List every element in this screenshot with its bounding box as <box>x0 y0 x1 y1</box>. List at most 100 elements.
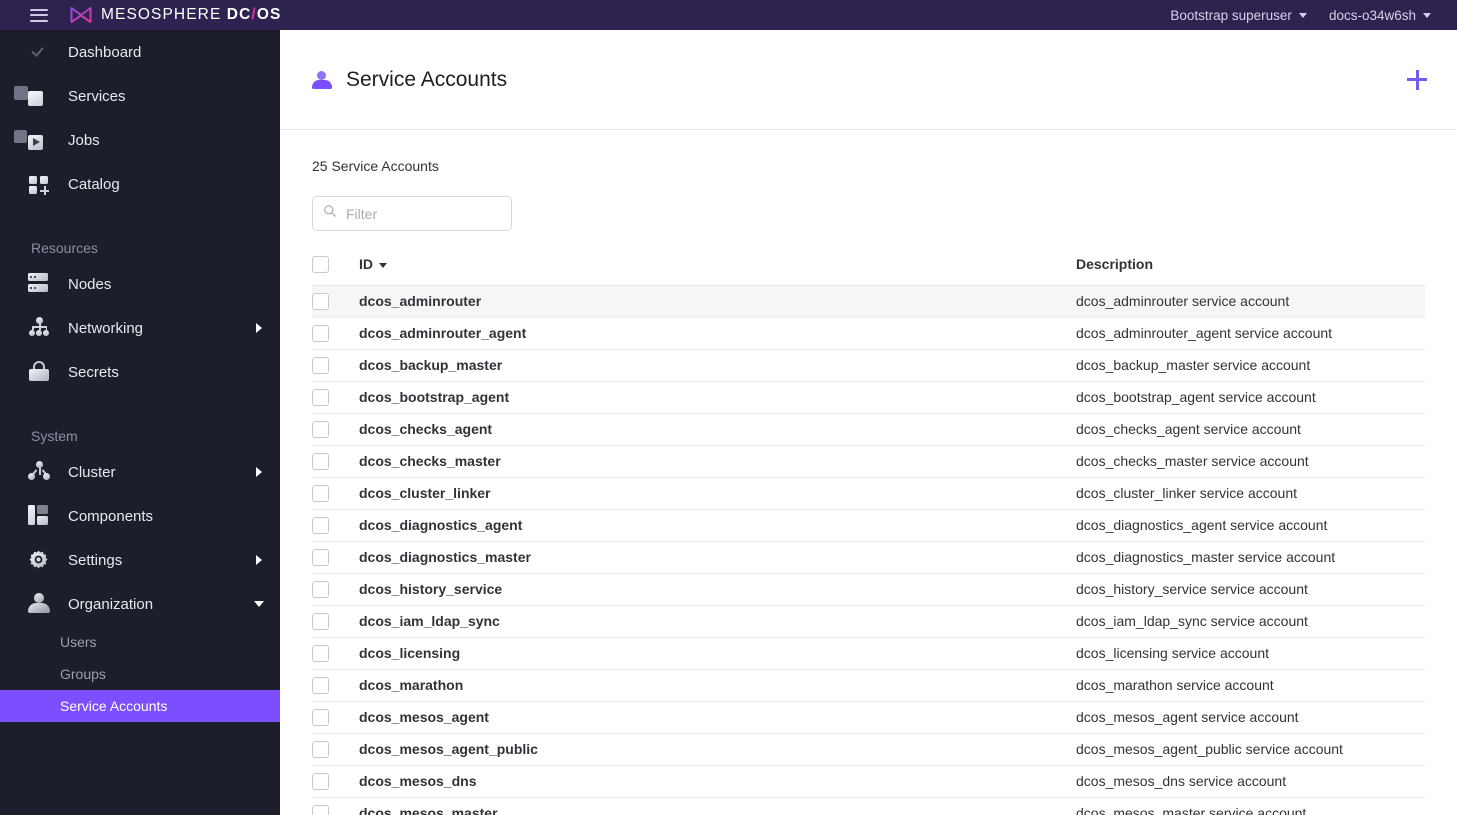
table-body: dcos_adminrouter dcos_adminrouter service… <box>312 285 1425 815</box>
row-checkbox-cell <box>312 413 359 445</box>
sort-descending-icon <box>379 262 387 268</box>
row-id[interactable]: dcos_checks_master <box>359 445 1076 477</box>
row-id[interactable]: dcos_mesos_dns <box>359 765 1076 797</box>
hamburger-menu-icon[interactable] <box>30 8 48 22</box>
user-menu[interactable]: Bootstrap superuser <box>1170 8 1307 23</box>
row-description: dcos_checks_master service account <box>1076 453 1309 470</box>
sidebar-item-cluster[interactable]: Cluster <box>0 450 280 494</box>
sidebar-item-components[interactable]: Components <box>0 494 280 538</box>
row-id[interactable]: dcos_mesos_agent_public <box>359 733 1076 765</box>
row-id[interactable]: dcos_adminrouter <box>359 285 1076 317</box>
row-checkbox[interactable] <box>312 325 329 343</box>
add-service-account-button[interactable] <box>1405 68 1429 92</box>
row-description: dcos_checks_agent service account <box>1076 421 1301 438</box>
row-checkbox[interactable] <box>312 293 329 311</box>
sidebar-item-label: Organization <box>68 595 154 613</box>
filter-input[interactable] <box>346 205 486 222</box>
table-row[interactable]: dcos_mesos_agent_public dcos_mesos_agent_… <box>312 733 1425 766</box>
table-row[interactable]: dcos_bootstrap_agent dcos_bootstrap_agent… <box>312 381 1425 414</box>
table-row[interactable]: dcos_cluster_linker dcos_cluster_linker s… <box>312 477 1425 510</box>
row-checkbox[interactable] <box>312 453 329 471</box>
row-id[interactable]: dcos_diagnostics_master <box>359 541 1076 573</box>
row-checkbox[interactable] <box>312 421 329 439</box>
row-checkbox[interactable] <box>312 677 329 695</box>
table-header-row: ID Description <box>312 255 1425 286</box>
column-header-id[interactable]: ID <box>359 255 1076 286</box>
search-icon <box>323 204 337 223</box>
sidebar-item-networking[interactable]: Networking <box>0 306 280 350</box>
sidebar-item-nodes[interactable]: Nodes <box>0 262 280 306</box>
table-row[interactable]: dcos_marathon dcos_marathon service accou… <box>312 669 1425 702</box>
filter-box[interactable] <box>312 196 512 231</box>
row-checkbox-cell <box>312 605 359 637</box>
mesosphere-logo-icon <box>70 6 92 24</box>
row-id[interactable]: dcos_cluster_linker <box>359 477 1076 509</box>
row-checkbox[interactable] <box>312 645 329 663</box>
sidebar-item-label: Settings <box>68 551 123 569</box>
row-description: dcos_licensing service account <box>1076 645 1269 662</box>
row-id[interactable]: dcos_mesos_agent <box>359 701 1076 733</box>
service-accounts-table: ID Description dcos_adminrouter dcos_admi… <box>312 255 1425 815</box>
row-checkbox[interactable] <box>312 709 329 727</box>
table-row[interactable]: dcos_checks_master dcos_checks_master ser… <box>312 445 1425 478</box>
sidebar-item-label: Jobs <box>68 131 100 149</box>
row-checkbox-cell <box>312 765 359 797</box>
column-header-description[interactable]: Description <box>1076 255 1425 286</box>
brand-logo[interactable]: MESOSPHERE DC/OS <box>70 6 281 24</box>
table-row[interactable]: dcos_history_service dcos_history_service… <box>312 573 1425 606</box>
table-row[interactable]: dcos_licensing dcos_licensing service acc… <box>312 637 1425 670</box>
cluster-menu[interactable]: docs-o34w6sh <box>1329 8 1431 23</box>
sidebar-item-groups[interactable]: Groups <box>0 658 280 690</box>
row-checkbox[interactable] <box>312 389 329 407</box>
nodes-icon <box>28 273 50 295</box>
select-all-checkbox[interactable] <box>312 255 329 273</box>
table-row[interactable]: dcos_adminrouter_agent dcos_adminrouter_a… <box>312 317 1425 350</box>
sidebar-subitem-label: Service Accounts <box>60 698 168 714</box>
table-row[interactable]: dcos_backup_master dcos_backup_master ser… <box>312 349 1425 382</box>
table-row[interactable]: dcos_iam_ldap_sync dcos_iam_ldap_sync ser… <box>312 605 1425 638</box>
row-checkbox[interactable] <box>312 773 329 791</box>
sidebar-item-label: Networking <box>68 319 144 337</box>
row-checkbox[interactable] <box>312 741 329 759</box>
sidebar-item-catalog[interactable]: Catalog <box>0 162 280 206</box>
table-row[interactable]: dcos_diagnostics_agent dcos_diagnostics_a… <box>312 509 1425 542</box>
row-id[interactable]: dcos_marathon <box>359 669 1076 701</box>
sidebar-item-users[interactable]: Users <box>0 626 280 658</box>
top-bar-right: Bootstrap superuser docs-o34w6sh <box>1170 8 1431 23</box>
row-checkbox[interactable] <box>312 357 329 375</box>
row-description: dcos_mesos_master service account <box>1076 805 1307 815</box>
row-id[interactable]: dcos_checks_agent <box>359 413 1076 445</box>
sidebar-item-services[interactable]: Services <box>0 74 280 118</box>
row-id[interactable]: dcos_licensing <box>359 637 1076 669</box>
table-row[interactable]: dcos_diagnostics_master dcos_diagnostics_… <box>312 541 1425 574</box>
sidebar-item-settings[interactable]: Settings <box>0 538 280 582</box>
row-id[interactable]: dcos_mesos_master <box>359 797 1076 815</box>
row-checkbox[interactable] <box>312 805 329 815</box>
table-row[interactable]: dcos_mesos_agent dcos_mesos_agent service… <box>312 701 1425 734</box>
row-id[interactable]: dcos_bootstrap_agent <box>359 381 1076 413</box>
row-checkbox[interactable] <box>312 485 329 503</box>
sidebar-item-jobs[interactable]: Jobs <box>0 118 280 162</box>
row-id[interactable]: dcos_diagnostics_agent <box>359 509 1076 541</box>
row-id[interactable]: dcos_history_service <box>359 573 1076 605</box>
sidebar-item-secrets[interactable]: Secrets <box>0 350 280 394</box>
row-checkbox[interactable] <box>312 581 329 599</box>
table-row[interactable]: dcos_mesos_dns dcos_mesos_dns service acc… <box>312 765 1425 798</box>
chevron-right-icon <box>256 555 262 565</box>
row-checkbox-cell <box>312 381 359 413</box>
row-checkbox[interactable] <box>312 549 329 567</box>
sidebar-item-label: Components <box>68 507 154 525</box>
row-description: dcos_diagnostics_agent service account <box>1076 517 1328 534</box>
table-row[interactable]: dcos_mesos_master dcos_mesos_master servi… <box>312 797 1425 815</box>
row-id[interactable]: dcos_adminrouter_agent <box>359 317 1076 349</box>
row-id[interactable]: dcos_backup_master <box>359 349 1076 381</box>
row-checkbox[interactable] <box>312 517 329 535</box>
sidebar-item-dashboard[interactable]: Dashboard <box>0 30 280 74</box>
row-checkbox[interactable] <box>312 613 329 631</box>
row-id[interactable]: dcos_iam_ldap_sync <box>359 605 1076 637</box>
table-row[interactable]: dcos_checks_agent dcos_checks_agent servi… <box>312 413 1425 446</box>
sidebar-item-service-accounts[interactable]: Service Accounts <box>0 690 280 722</box>
sidebar-item-organization[interactable]: Organization <box>0 582 280 626</box>
table-row[interactable]: dcos_adminrouter dcos_adminrouter service… <box>312 285 1425 318</box>
column-header-id-label: ID <box>359 255 373 272</box>
